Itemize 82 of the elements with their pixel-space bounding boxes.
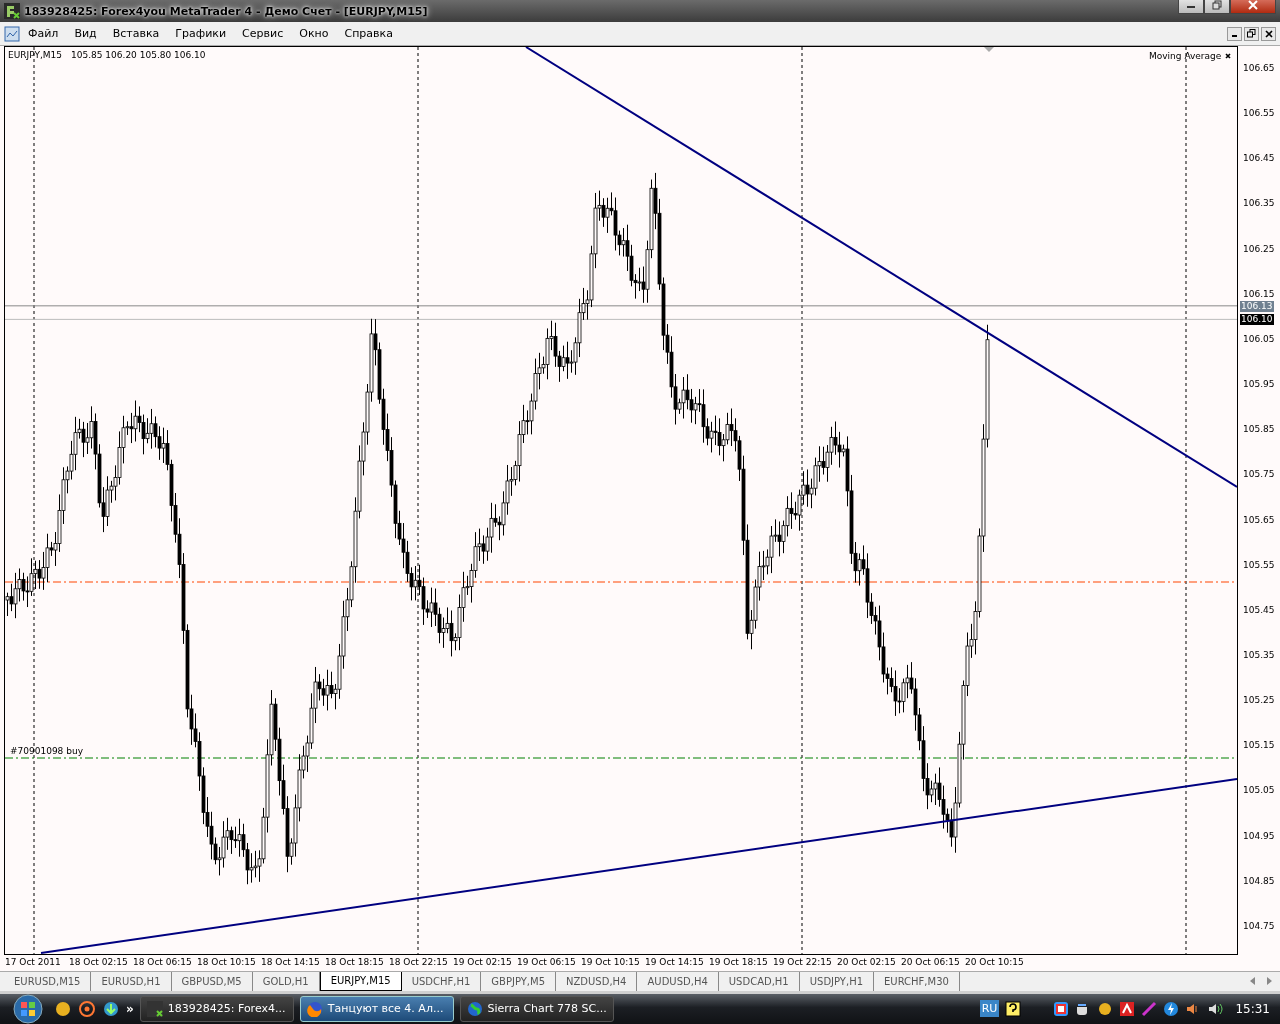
price-label: 105.85 [1243, 424, 1275, 436]
price-label: 104.75 [1243, 920, 1275, 932]
time-label: 19 Oct 18:15 [709, 956, 768, 968]
time-label: 18 Oct 06:15 [133, 956, 192, 968]
close-button[interactable] [1230, 0, 1276, 14]
price-label: 106.25 [1243, 243, 1275, 255]
price-label: 106.05 [1243, 333, 1275, 345]
price-label: 106.35 [1243, 198, 1275, 210]
order-label: #70901098 buy [10, 745, 83, 757]
time-label: 18 Oct 02:15 [69, 956, 128, 968]
price-label: 105.65 [1243, 514, 1275, 526]
price-label: 105.55 [1243, 559, 1275, 571]
time-label: 19 Oct 14:15 [645, 956, 704, 968]
ohlc-values: 105.85 106.20 105.80 106.10 [71, 49, 206, 61]
price-label: 106.65 [1243, 62, 1275, 74]
price-label: 104.95 [1243, 830, 1275, 842]
taskbar-button[interactable]: Sierra Chart 778 SC... [459, 996, 614, 1022]
time-label: 19 Oct 22:15 [773, 956, 832, 968]
restore-icon [1247, 29, 1256, 39]
tray-app-icon[interactable] [1053, 1001, 1070, 1017]
download-icon[interactable] [102, 1000, 120, 1018]
taskbar-button[interactable]: 183928425: Forex4... [139, 996, 294, 1022]
antivirus-icon[interactable] [1119, 1001, 1136, 1017]
minimize-button[interactable] [1227, 26, 1242, 41]
more-button[interactable]: » [126, 1002, 134, 1016]
browser-icon [306, 1001, 323, 1017]
price-label: 105.95 [1243, 379, 1275, 390]
app-icon [146, 1001, 163, 1017]
time-label: 19 Oct 10:15 [581, 956, 640, 968]
menu-item[interactable]: Окно [291, 27, 337, 41]
price-label: 105.45 [1243, 604, 1275, 616]
menu-item[interactable]: Вставка [104, 27, 168, 41]
chart-symbol: EURJPY,M15 [8, 49, 62, 61]
lightning-icon[interactable] [1163, 1001, 1180, 1017]
time-label: 19 Oct 02:15 [453, 956, 512, 968]
time-label: 17 Oct 2011 [5, 956, 61, 968]
volume-icon[interactable] [1207, 1001, 1224, 1017]
price-label: 105.35 [1243, 650, 1275, 661]
mail-icon[interactable] [78, 1000, 96, 1018]
price-marker: 106.13 [1240, 300, 1274, 312]
price-label: 106.55 [1243, 108, 1275, 120]
minimize-button[interactable] [1178, 0, 1204, 14]
time-label: 18 Oct 22:15 [389, 956, 448, 968]
clock[interactable]: 15:31 [1235, 1002, 1270, 1016]
time-label: 18 Oct 10:15 [197, 956, 256, 968]
scroll-left-icon[interactable] [1250, 977, 1255, 986]
globe-icon [466, 1001, 483, 1017]
help-icon[interactable] [1005, 1001, 1022, 1017]
taskbar-button[interactable]: Танцуют все 4. Ал... [299, 996, 454, 1022]
price-label: 105.05 [1243, 785, 1275, 797]
menu-item[interactable]: Сервис [234, 27, 292, 41]
indicator-label: Moving Average [1149, 50, 1222, 62]
restore-button[interactable] [1244, 26, 1259, 41]
chart-window-icon [4, 25, 20, 42]
time-label: 20 Oct 02:15 [837, 956, 896, 968]
close-button[interactable] [1261, 26, 1276, 41]
time-label: 20 Oct 06:15 [901, 956, 960, 968]
restore-icon [1212, 0, 1222, 10]
menu-item[interactable]: Графики [167, 27, 235, 41]
price-label: 106.45 [1243, 153, 1275, 165]
price-label: 104.85 [1243, 875, 1275, 887]
menu-item[interactable]: Вид [66, 27, 105, 41]
chart-tab[interactable]: EURJPY,M15 [319, 971, 402, 992]
time-label: 18 Oct 18:15 [325, 956, 384, 968]
price-label: 106.15 [1243, 288, 1275, 300]
app-icon [4, 3, 20, 20]
menu-item[interactable]: Справка [336, 27, 401, 41]
time-label: 18 Oct 14:15 [261, 956, 320, 968]
minimize-icon [1232, 35, 1237, 38]
price-marker: 106.10 [1240, 313, 1274, 325]
close-icon[interactable] [1225, 53, 1231, 59]
price-label: 105.75 [1243, 469, 1275, 481]
scroll-right-icon[interactable] [1267, 977, 1272, 986]
price-label: 105.15 [1243, 740, 1275, 752]
price-label: 105.25 [1243, 695, 1275, 707]
close-icon [1247, 0, 1259, 10]
restore-button[interactable] [1204, 0, 1230, 14]
language-indicator[interactable]: RU [979, 1000, 1000, 1018]
close-icon [1264, 29, 1273, 38]
time-label: 19 Oct 06:15 [517, 956, 576, 968]
menu-item[interactable]: Файл [20, 27, 67, 41]
time-label: 20 Oct 10:15 [965, 956, 1024, 968]
